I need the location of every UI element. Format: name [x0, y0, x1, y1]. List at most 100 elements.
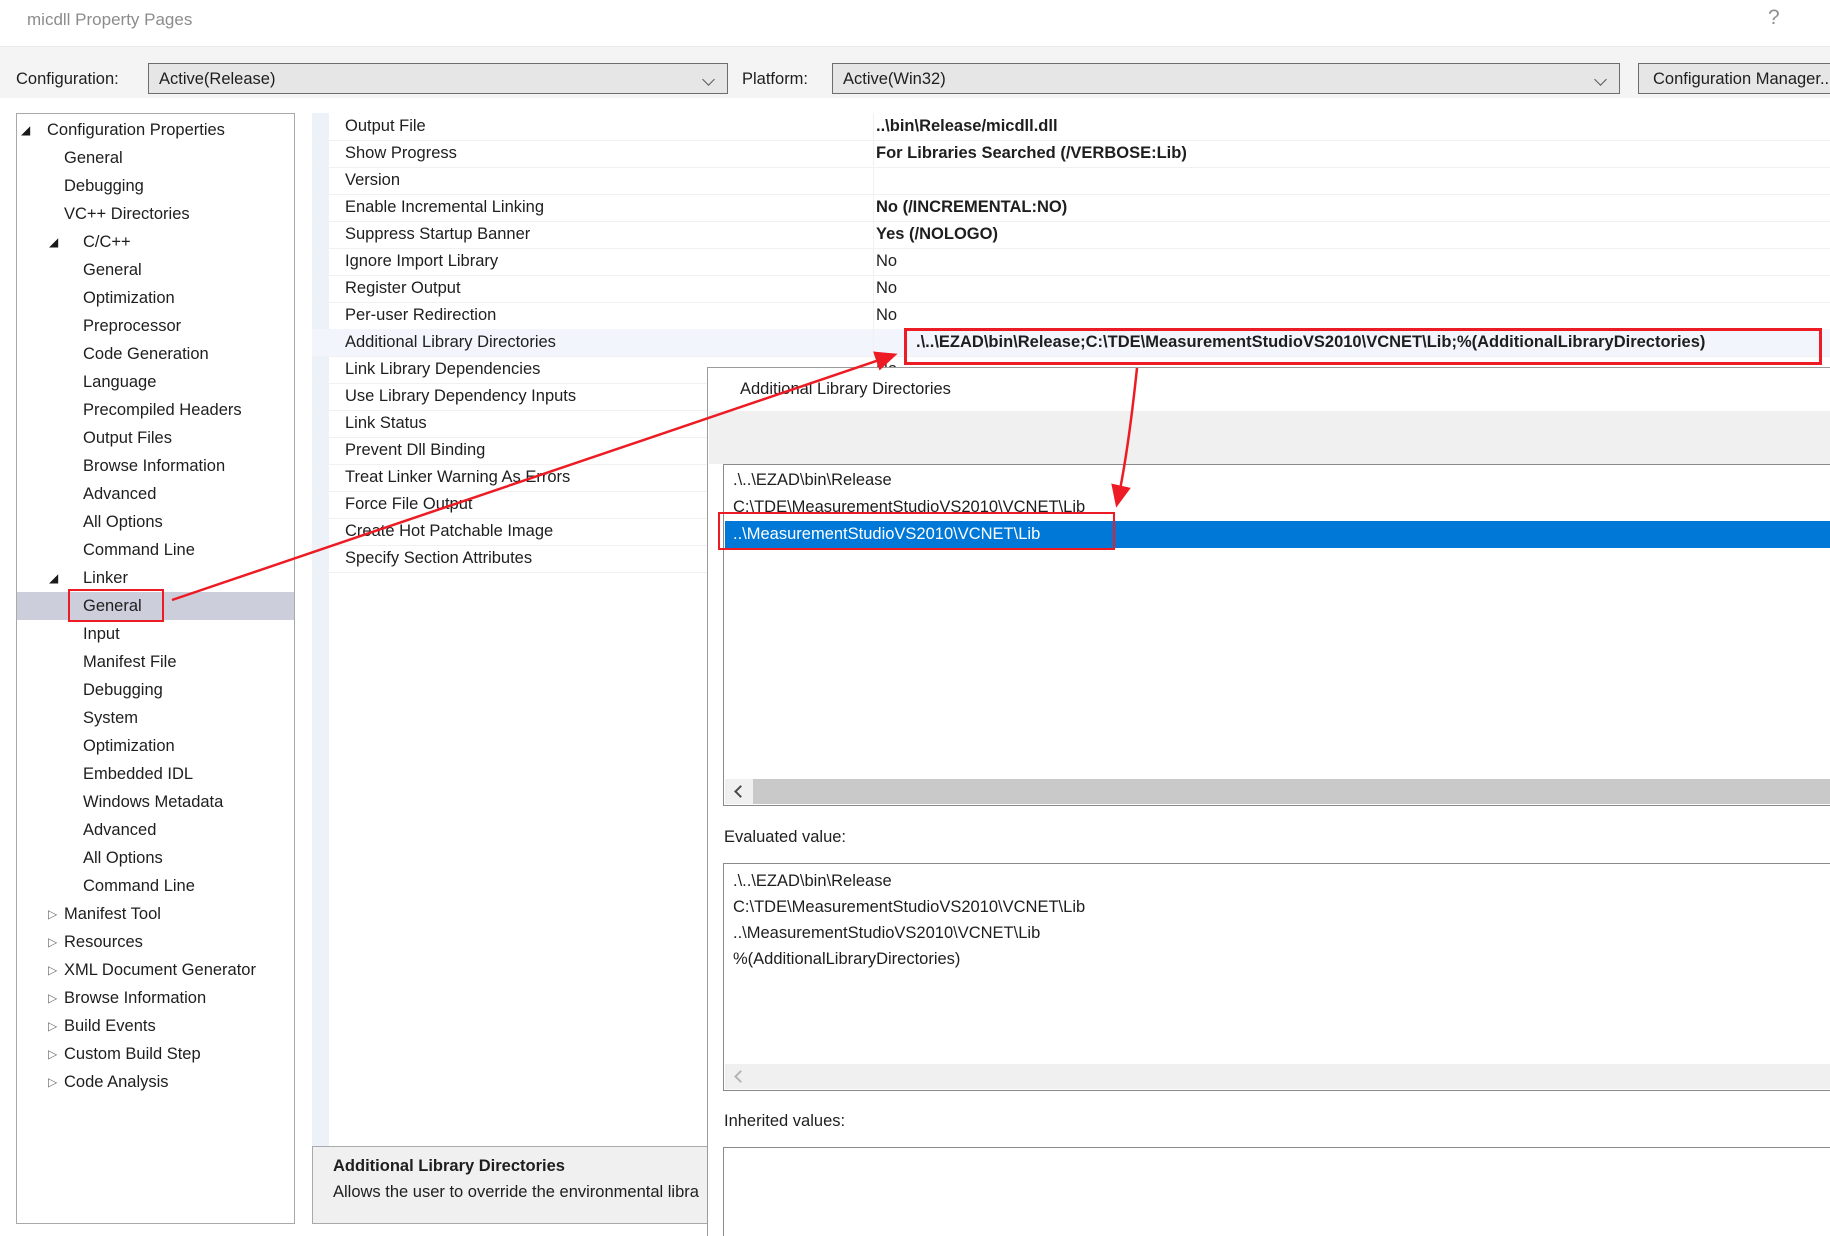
tree-collapsed-icon[interactable]: ▷: [48, 900, 57, 928]
property-row-register-output[interactable]: Register OutputNo: [312, 275, 1830, 303]
property-name: Show Progress: [345, 140, 457, 167]
tree-item-label: Browse Information: [83, 452, 225, 480]
configuration-select[interactable]: Active(Release): [148, 63, 728, 94]
help-icon[interactable]: ?: [1768, 6, 1780, 30]
tree-collapsed-icon[interactable]: ▷: [48, 928, 57, 956]
evaluated-value-label: Evaluated value:: [724, 828, 846, 847]
tree-item-language[interactable]: Language: [17, 368, 294, 396]
tree-item-label: Code Analysis: [64, 1068, 169, 1096]
tree-item-label: General: [64, 144, 123, 172]
tree-item-advanced[interactable]: Advanced: [17, 816, 294, 844]
tree-item-label: Manifest File: [83, 648, 177, 676]
tree-item-label: Debugging: [83, 676, 163, 704]
scroll-left-icon: [734, 1070, 747, 1083]
tree-item-label: Preprocessor: [83, 312, 181, 340]
horizontal-scrollbar-disabled[interactable]: [725, 1064, 1830, 1089]
tree-item-label: Advanced: [83, 816, 156, 844]
property-value[interactable]: Yes (/NOLOGO): [876, 221, 998, 248]
tree-collapsed-icon[interactable]: ▷: [48, 1068, 57, 1096]
property-row-enable-incremental-linking[interactable]: Enable Incremental Linking No (/INCREMENT…: [312, 194, 1830, 222]
tree-item-command-line[interactable]: Command Line: [17, 536, 294, 564]
tree-item-debugging[interactable]: Debugging: [17, 676, 294, 704]
tree-item-optimization[interactable]: Optimization: [17, 284, 294, 312]
tree-expanded-icon[interactable]: ◢: [49, 228, 58, 256]
directory-item[interactable]: .\..\EZAD\bin\Release: [725, 467, 1830, 494]
scroll-left-button[interactable]: [725, 779, 752, 804]
tree-item-system[interactable]: System: [17, 704, 294, 732]
tree-item-label: Custom Build Step: [64, 1040, 201, 1068]
property-name: Create Hot Patchable Image: [345, 518, 553, 545]
tree-item-code-analysis[interactable]: ▷Code Analysis: [17, 1068, 294, 1096]
tree-collapsed-icon[interactable]: ▷: [48, 956, 57, 984]
tree-item-advanced[interactable]: Advanced: [17, 480, 294, 508]
property-name: Force File Output: [345, 491, 472, 518]
property-value[interactable]: No: [876, 302, 897, 329]
property-value[interactable]: No: [876, 248, 897, 275]
tree-item-all-options[interactable]: All Options: [17, 844, 294, 872]
property-value[interactable]: ..\bin\Release/micdll.dll: [876, 113, 1058, 140]
tree-item-configuration-properties[interactable]: ◢ Configuration Properties: [17, 116, 294, 144]
configuration-select-value: Active(Release): [159, 70, 275, 88]
property-name: Prevent Dll Binding: [345, 437, 485, 464]
horizontal-scrollbar[interactable]: [725, 779, 1830, 804]
tree-item-general[interactable]: General: [17, 144, 294, 172]
tree-item-browse-information[interactable]: Browse Information: [17, 452, 294, 480]
tree-item-command-line[interactable]: Command Line: [17, 872, 294, 900]
tree-item-label: All Options: [83, 844, 163, 872]
platform-select[interactable]: Active(Win32): [832, 63, 1620, 94]
tree-item-label: Configuration Properties: [47, 116, 225, 144]
configuration-label: Configuration:: [16, 63, 119, 96]
tree-item-general[interactable]: General: [17, 256, 294, 284]
property-row-suppress-startup-banner[interactable]: Suppress Startup BannerYes (/NOLOGO): [312, 221, 1830, 249]
inherited-values-label: Inherited values:: [724, 1112, 845, 1131]
scroll-left-button[interactable]: [725, 1064, 752, 1089]
tree-item-windows-metadata[interactable]: Windows Metadata: [17, 788, 294, 816]
tree-expanded-icon[interactable]: ◢: [49, 564, 58, 592]
property-name: Use Library Dependency Inputs: [345, 383, 576, 410]
property-value[interactable]: No: [876, 275, 897, 302]
tree-item-label: Windows Metadata: [83, 788, 223, 816]
tree-item-linker[interactable]: ◢Linker: [17, 564, 294, 592]
property-row-output-file[interactable]: Output File ..\bin\Release/micdll.dll: [312, 113, 1830, 141]
property-name: Enable Incremental Linking: [345, 194, 544, 221]
tree-item-all-options[interactable]: All Options: [17, 508, 294, 536]
tree-item-optimization[interactable]: Optimization: [17, 732, 294, 760]
tree-item-xml-document-generator[interactable]: ▷XML Document Generator: [17, 956, 294, 984]
tree-collapsed-icon[interactable]: ▷: [48, 1040, 57, 1068]
evaluated-line: %(AdditionalLibraryDirectories): [733, 946, 960, 972]
property-row-per-user-redirection[interactable]: Per-user RedirectionNo: [312, 302, 1830, 330]
tree-item-c-c[interactable]: ◢C/C++: [17, 228, 294, 256]
tree-item-build-events[interactable]: ▷Build Events: [17, 1012, 294, 1040]
tree-item-manifest-tool[interactable]: ▷Manifest Tool: [17, 900, 294, 928]
tree-item-browse-information[interactable]: ▷Browse Information: [17, 984, 294, 1012]
property-row-show-progress[interactable]: Show Progress For Libraries Searched (/VE…: [312, 140, 1830, 168]
tree-item-vc-directories[interactable]: VC++ Directories: [17, 200, 294, 228]
tree-item-manifest-file[interactable]: Manifest File: [17, 648, 294, 676]
tree-expanded-icon[interactable]: ◢: [21, 116, 30, 144]
tree-collapsed-icon[interactable]: ▷: [48, 984, 57, 1012]
tree-item-custom-build-step[interactable]: ▷Custom Build Step: [17, 1040, 294, 1068]
property-name: Output File: [345, 113, 426, 140]
property-value[interactable]: For Libraries Searched (/VERBOSE:Lib): [876, 140, 1187, 167]
tree-item-debugging[interactable]: Debugging: [17, 172, 294, 200]
tree-item-output-files[interactable]: Output Files: [17, 424, 294, 452]
evaluated-line: .\..\EZAD\bin\Release: [733, 868, 892, 894]
tree-collapsed-icon[interactable]: ▷: [48, 1012, 57, 1040]
scrollbar-thumb[interactable]: [753, 779, 1830, 804]
tree-item-input[interactable]: Input: [17, 620, 294, 648]
tree-item-embedded-idl[interactable]: Embedded IDL: [17, 760, 294, 788]
annotation-box-library-value: [904, 328, 1822, 365]
tree-item-preprocessor[interactable]: Preprocessor: [17, 312, 294, 340]
property-row-ignore-import-library[interactable]: Ignore Import LibraryNo: [312, 248, 1830, 276]
tree-item-code-generation[interactable]: Code Generation: [17, 340, 294, 368]
tree-item-label: Build Events: [64, 1012, 156, 1040]
property-row-version[interactable]: Version: [312, 167, 1830, 195]
configuration-manager-button[interactable]: Configuration Manager...: [1638, 63, 1830, 94]
property-value[interactable]: No (/INCREMENTAL:NO): [876, 194, 1067, 221]
tree-item-resources[interactable]: ▷Resources: [17, 928, 294, 956]
tree-item-precompiled-headers[interactable]: Precompiled Headers: [17, 396, 294, 424]
tree-item-label: Debugging: [64, 172, 144, 200]
tree-item-label: XML Document Generator: [64, 956, 256, 984]
tree-item-label: Embedded IDL: [83, 760, 193, 788]
property-name: Link Status: [345, 410, 427, 437]
